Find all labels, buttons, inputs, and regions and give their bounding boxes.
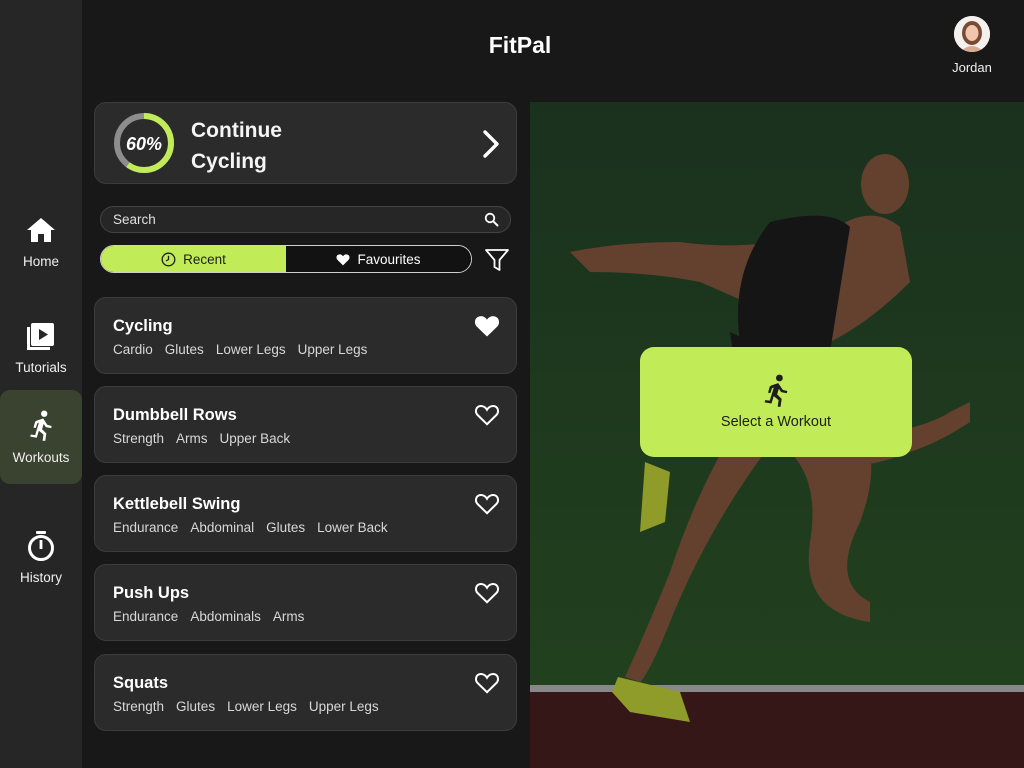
- workout-card-dumbbell-rows[interactable]: Dumbbell Rows Strength Arms Upper Back: [94, 386, 517, 463]
- workout-card-push-ups[interactable]: Push Ups Endurance Abdominals Arms: [94, 564, 517, 641]
- home-icon: [25, 214, 57, 246]
- continue-line-1: Continue: [191, 119, 282, 142]
- workout-tags: Endurance Abdominal Glutes Lower Back: [113, 520, 388, 535]
- select-workout-label: Select a Workout: [720, 414, 832, 430]
- search-bar: [100, 206, 511, 233]
- workout-tags: Strength Glutes Lower Legs Upper Legs: [113, 699, 379, 714]
- video-icon: [25, 320, 57, 352]
- clock-icon: [161, 252, 176, 266]
- tab-favourites[interactable]: Favourites: [286, 246, 471, 272]
- heart-filled-icon: [336, 253, 350, 265]
- sidebar-item-tutorials[interactable]: Tutorials: [0, 300, 82, 394]
- user-name: Jordan: [952, 60, 992, 75]
- workout-tag: Arms: [272, 609, 305, 624]
- heart-outline-icon[interactable]: [474, 671, 500, 695]
- workout-tag: Cardio: [113, 342, 153, 357]
- heart-filled-icon[interactable]: [474, 314, 500, 338]
- workout-name: Cycling: [113, 317, 173, 335]
- sidebar: Home Tutorials Workouts History: [0, 0, 82, 768]
- sidebar-item-workouts[interactable]: Workouts: [0, 390, 82, 484]
- heart-outline-icon[interactable]: [474, 403, 500, 427]
- workout-tags: Strength Arms Upper Back: [113, 431, 290, 446]
- tab-favourites-label: Favourites: [357, 251, 421, 267]
- tab-recent[interactable]: Recent: [101, 246, 286, 272]
- continue-line-2: Cycling: [191, 150, 267, 173]
- stopwatch-icon: [25, 530, 57, 562]
- workout-tag: Lower Back: [317, 520, 388, 535]
- workout-tag: Strength: [113, 699, 165, 714]
- workout-tags: Cardio Glutes Lower Legs Upper Legs: [113, 342, 367, 357]
- workout-tag: Glutes: [176, 699, 216, 714]
- workout-tag: Lower Legs: [215, 342, 286, 357]
- workout-tabs: Recent Favourites: [100, 245, 472, 273]
- sidebar-item-label: History: [19, 569, 62, 585]
- progress-label: 60%: [126, 134, 162, 154]
- search-icon[interactable]: [484, 212, 499, 227]
- sidebar-item-history[interactable]: History: [0, 510, 82, 604]
- workout-tag: Lower Legs: [227, 699, 297, 714]
- sidebar-item-label: Tutorials: [15, 359, 67, 375]
- workout-tag: Upper Legs: [297, 342, 368, 357]
- running-icon: [25, 410, 57, 442]
- running-icon: [764, 374, 788, 407]
- heart-outline-icon[interactable]: [474, 581, 500, 605]
- search-input[interactable]: [113, 207, 473, 232]
- chevron-right-icon: [483, 130, 499, 158]
- progress-ring: 60%: [114, 113, 174, 173]
- heart-outline-icon[interactable]: [474, 492, 500, 516]
- workout-tag: Abdominal: [190, 520, 255, 535]
- workout-card-squats[interactable]: Squats Strength Glutes Lower Legs Upper …: [94, 654, 517, 731]
- continue-label: Continue Cycling: [191, 115, 282, 177]
- app-title: FitPal: [488, 32, 552, 58]
- workout-name: Kettlebell Swing: [113, 495, 241, 513]
- workout-tag: Endurance: [113, 609, 179, 624]
- workout-tag: Upper Back: [219, 431, 291, 446]
- continue-workout-card[interactable]: 60% Continue Cycling: [94, 102, 517, 184]
- workout-card-kettlebell-swing[interactable]: Kettlebell Swing Endurance Abdominal Glu…: [94, 475, 517, 552]
- workout-tag: Strength: [113, 431, 165, 446]
- sidebar-item-label: Home: [22, 253, 59, 269]
- workout-tag: Glutes: [266, 520, 306, 535]
- workout-name: Push Ups: [113, 584, 190, 602]
- workout-card-cycling[interactable]: Cycling Cardio Glutes Lower Legs Upper L…: [94, 297, 517, 374]
- tab-recent-label: Recent: [183, 251, 226, 267]
- workout-name: Dumbbell Rows: [113, 406, 237, 424]
- sidebar-item-label: Workouts: [12, 449, 70, 465]
- workout-tag: Endurance: [113, 520, 179, 535]
- workout-tag: Abdominals: [190, 609, 261, 624]
- select-workout-button[interactable]: Select a Workout: [640, 347, 912, 457]
- workout-tag: Glutes: [164, 342, 204, 357]
- workout-tag: Arms: [176, 431, 208, 446]
- sidebar-item-home[interactable]: Home: [0, 194, 82, 288]
- workout-name: Squats: [113, 674, 169, 692]
- user-profile[interactable]: Jordan: [940, 16, 1004, 75]
- workout-tags: Endurance Abdominals Arms: [113, 609, 304, 624]
- avatar: [954, 16, 990, 52]
- workout-tag: Upper Legs: [308, 699, 379, 714]
- filter-icon[interactable]: [484, 247, 510, 273]
